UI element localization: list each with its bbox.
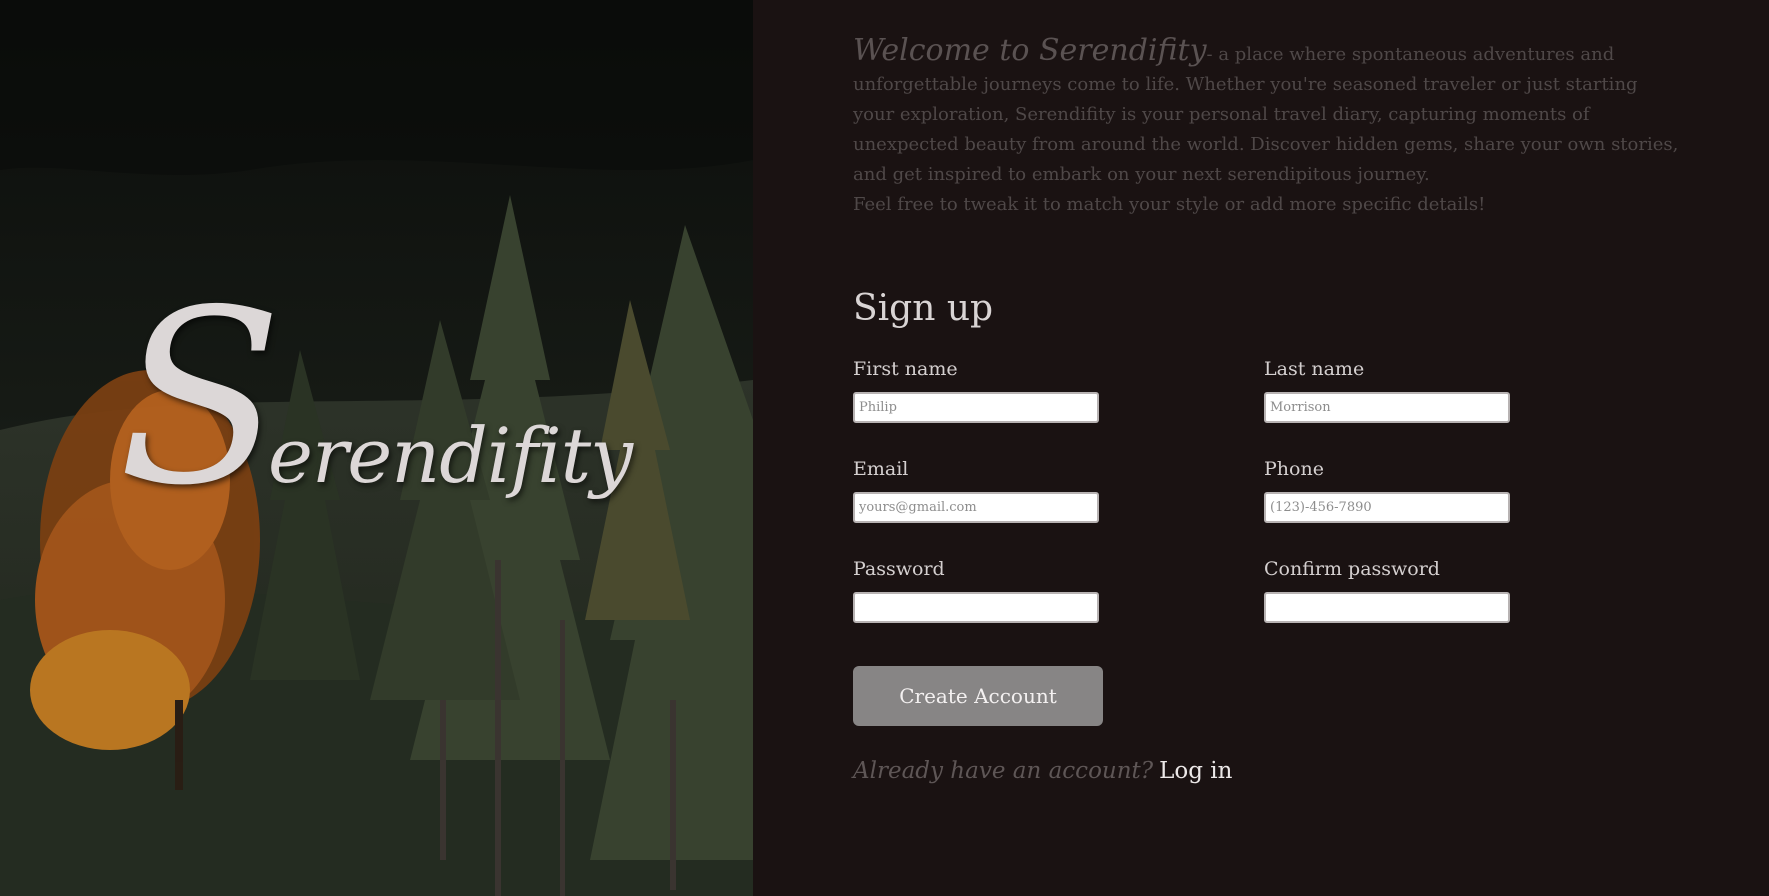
phone-field: Phone xyxy=(1264,458,1514,523)
email-label: Email xyxy=(853,458,909,480)
create-account-button[interactable]: Create Account xyxy=(853,666,1103,726)
intro-paragraph: Welcome to Serendifity- a place where sp… xyxy=(853,36,1683,190)
confirm-password-input[interactable] xyxy=(1264,592,1510,623)
serendifity-logo: S erendifity xyxy=(118,278,633,548)
phone-input[interactable] xyxy=(1264,492,1510,523)
intro-text: Welcome to Serendifity- a place where sp… xyxy=(853,36,1683,220)
email-input[interactable] xyxy=(853,492,1099,523)
hero-image: S erendifity xyxy=(0,0,753,896)
password-field: Password xyxy=(853,558,1103,623)
logo-initial: S xyxy=(118,258,283,538)
first-name-input[interactable] xyxy=(853,392,1099,423)
signup-panel: Welcome to Serendifity- a place where sp… xyxy=(753,0,1769,896)
signup-page: S erendifity Welcome to Serendifity- a p… xyxy=(0,0,1769,896)
phone-label: Phone xyxy=(1264,458,1324,480)
logo-text: erendifity xyxy=(268,411,633,500)
last-name-input[interactable] xyxy=(1264,392,1510,423)
welcome-heading: Welcome to Serendifity xyxy=(853,33,1207,68)
signup-title: Sign up xyxy=(853,288,994,329)
email-field: Email xyxy=(853,458,1103,523)
first-name-label: First name xyxy=(853,358,958,380)
confirm-password-label: Confirm password xyxy=(1264,558,1440,580)
last-name-field: Last name xyxy=(1264,358,1514,423)
confirm-password-field: Confirm password xyxy=(1264,558,1514,623)
login-link[interactable]: Log in xyxy=(1159,758,1232,784)
login-question: Already have an account? xyxy=(853,758,1154,784)
login-prompt: Already have an account? Log in xyxy=(853,758,1232,784)
intro-note: Feel free to tweak it to match your styl… xyxy=(853,194,1486,215)
last-name-label: Last name xyxy=(1264,358,1365,380)
password-input[interactable] xyxy=(853,592,1099,623)
first-name-field: First name xyxy=(853,358,1103,423)
password-label: Password xyxy=(853,558,945,580)
